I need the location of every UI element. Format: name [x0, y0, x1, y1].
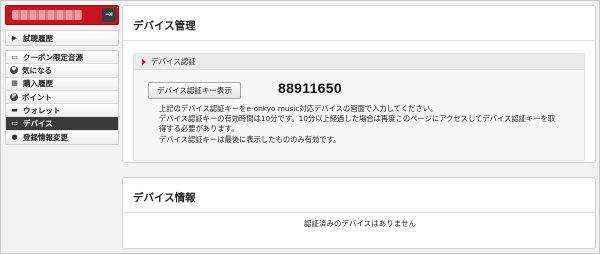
sidebar-item-history[interactable]: ▶ 試聴履歴: [6, 31, 118, 45]
sidebar: ⇥: [5, 5, 119, 25]
user-bar[interactable]: ⇥: [5, 5, 119, 25]
cart-icon: ▦: [11, 79, 18, 88]
logout-icon[interactable]: ⇥: [102, 8, 116, 22]
ticket-icon: ▭: [11, 52, 18, 61]
main-content: デバイス管理 デバイス認証 デバイス認証キー表示 88911650 上記のデバイ…: [122, 5, 596, 250]
device-management-panel: デバイス管理 デバイス認証 デバイス認証キー表示 88911650 上記のデバイ…: [122, 5, 596, 163]
sidebar-item-favorites[interactable]: ♥ 気になる: [6, 64, 118, 78]
sidebar-item-label: デバイス: [23, 119, 53, 129]
device-info-panel: デバイス情報 認証済みのデバイスはありません: [122, 177, 596, 249]
title-divider: [123, 212, 595, 213]
instruction-line: 上記のデバイス認証キーをe-onkyo music対応デバイスの画面で入力してく…: [159, 104, 438, 113]
sidebar-item-label: ポイント: [22, 92, 52, 102]
show-auth-key-button[interactable]: デバイス認証キー表示: [148, 82, 241, 99]
sidebar-item-profile-edit[interactable]: ● 登録情報変更: [6, 130, 118, 145]
page-title: デバイス管理: [133, 20, 196, 32]
sidebar-item-device[interactable]: ▭ デバイス: [6, 117, 118, 131]
no-devices-message: 認証済みのデバイスはありません: [303, 219, 417, 228]
sidebar-menu: ▭ クーポン限定音源 ♥ 気になる ▦ 購入履歴 P ポイント ▬ ウォレット …: [5, 50, 119, 146]
auth-key-value: 88911650: [278, 80, 342, 96]
user-icon: ●: [11, 132, 18, 141]
sidebar-item-label: クーポン限定音源: [23, 52, 83, 62]
heart-icon: ♥: [10, 66, 18, 75]
user-name-redacted: [12, 10, 82, 20]
device-auth-box: デバイス認証 デバイス認証キー表示 88911650 上記のデバイス認証キーをe…: [133, 53, 585, 161]
wallet-icon: ▬: [11, 105, 18, 114]
sidebar-item-label: ウォレット: [23, 105, 61, 115]
auth-instructions: 上記のデバイス認証キーをe-onkyo music対応デバイスの画面で入力してく…: [159, 104, 579, 145]
sidebar-item-points[interactable]: P ポイント: [6, 90, 118, 105]
title-divider: [123, 40, 595, 41]
sidebar-item-coupon[interactable]: ▭ クーポン限定音源: [6, 51, 118, 65]
page-frame: ⇥ ▶ 試聴履歴 ▭ クーポン限定音源 ♥ 気になる ▦ 購入履歴 P ポイント…: [0, 0, 600, 254]
sidebar-item-label: 登録情報変更: [23, 132, 68, 142]
sidebar-item-label: 気になる: [22, 65, 52, 75]
history-box: ▶ 試聴履歴: [5, 30, 119, 46]
instruction-line: 得する必要があります。: [159, 124, 239, 134]
device-auth-header: デバイス認証: [134, 54, 584, 70]
sidebar-item-purchase-history[interactable]: ▦ 購入履歴: [6, 77, 118, 91]
play-triangle-icon: ▶: [11, 33, 18, 42]
triangle-marker-icon: [142, 58, 146, 65]
device-icon: ▭: [11, 119, 18, 128]
device-info-title: デバイス情報: [133, 192, 196, 204]
sidebar-item-label: 試聴履歴: [23, 33, 53, 43]
instruction-line: デバイス認証キーは最後に表示したもののみ有効です。: [159, 134, 341, 144]
device-auth-heading: デバイス認証: [151, 57, 196, 66]
points-icon: P: [10, 93, 18, 102]
sidebar-item-label: 購入履歴: [23, 79, 53, 89]
instruction-line: デバイス認証キーの有効時間は10分です。10分以上経過した場合は再度このページに…: [159, 114, 556, 124]
sidebar-item-wallet[interactable]: ▬ ウォレット: [6, 104, 118, 118]
